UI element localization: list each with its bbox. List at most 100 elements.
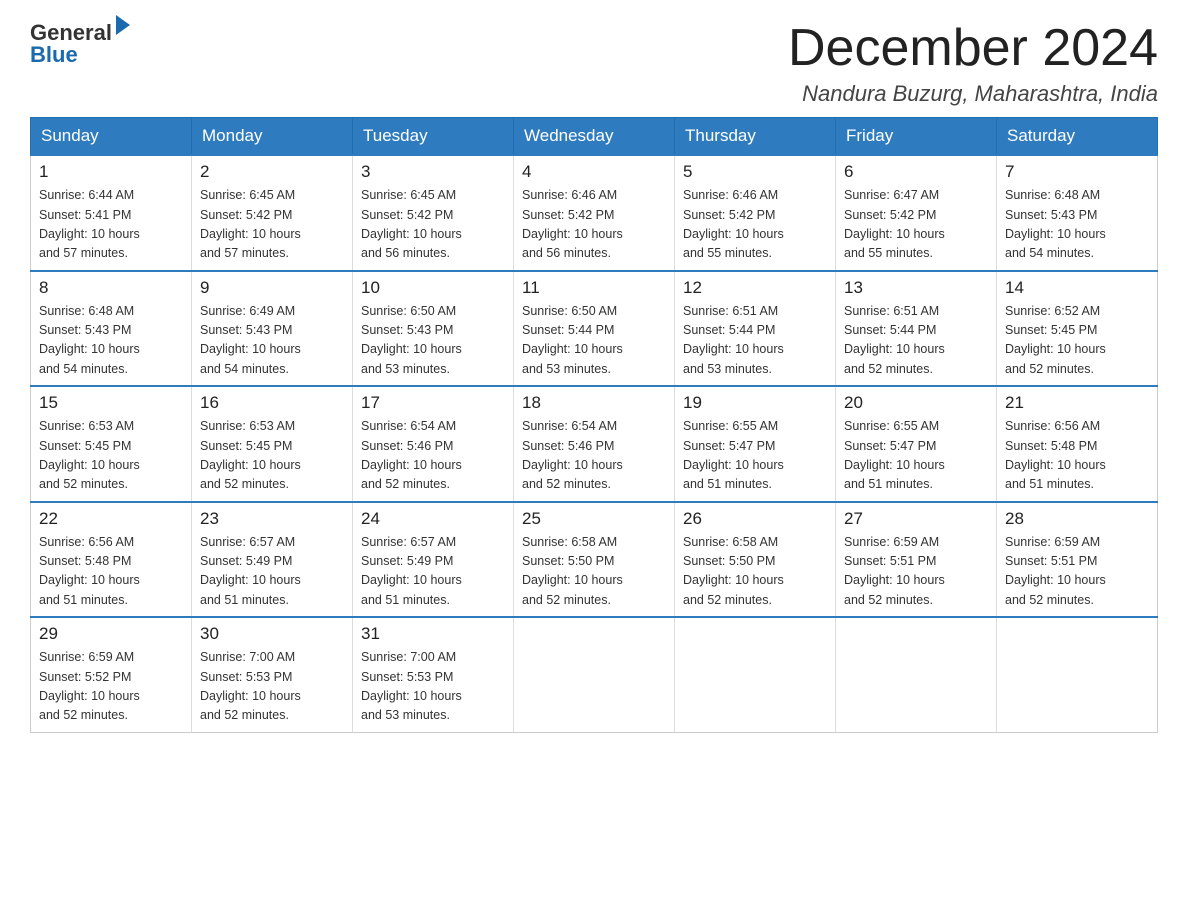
day-info: Sunrise: 6:49 AM Sunset: 5:43 PM Dayligh… [200, 302, 344, 380]
calendar-cell: 23 Sunrise: 6:57 AM Sunset: 5:49 PM Dayli… [192, 502, 353, 618]
calendar-cell: 11 Sunrise: 6:50 AM Sunset: 5:44 PM Dayli… [514, 271, 675, 387]
day-number: 17 [361, 393, 505, 413]
weekday-header-friday: Friday [836, 118, 997, 156]
day-info: Sunrise: 6:58 AM Sunset: 5:50 PM Dayligh… [683, 533, 827, 611]
day-number: 9 [200, 278, 344, 298]
day-number: 1 [39, 162, 183, 182]
day-number: 20 [844, 393, 988, 413]
logo: General Blue [30, 20, 130, 68]
day-info: Sunrise: 6:59 AM Sunset: 5:52 PM Dayligh… [39, 648, 183, 726]
month-title: December 2024 [788, 20, 1158, 77]
day-number: 22 [39, 509, 183, 529]
day-info: Sunrise: 6:56 AM Sunset: 5:48 PM Dayligh… [1005, 417, 1149, 495]
calendar-cell: 21 Sunrise: 6:56 AM Sunset: 5:48 PM Dayli… [997, 386, 1158, 502]
page-header: General Blue December 2024 Nandura Buzur… [30, 20, 1158, 107]
weekday-header-saturday: Saturday [997, 118, 1158, 156]
calendar-cell: 25Sunrise: 6:58 AM Sunset: 5:50 PM Dayli… [514, 502, 675, 618]
calendar-cell: 27Sunrise: 6:59 AM Sunset: 5:51 PM Dayli… [836, 502, 997, 618]
calendar-cell: 24 Sunrise: 6:57 AM Sunset: 5:49 PM Dayli… [353, 502, 514, 618]
day-number: 18 [522, 393, 666, 413]
calendar-cell: 22 Sunrise: 6:56 AM Sunset: 5:48 PM Dayli… [31, 502, 192, 618]
calendar-cell: 26 Sunrise: 6:58 AM Sunset: 5:50 PM Dayli… [675, 502, 836, 618]
calendar-cell: 1Sunrise: 6:44 AM Sunset: 5:41 PM Daylig… [31, 155, 192, 271]
day-number: 13 [844, 278, 988, 298]
calendar-cell: 8Sunrise: 6:48 AM Sunset: 5:43 PM Daylig… [31, 271, 192, 387]
day-info: Sunrise: 6:48 AM Sunset: 5:43 PM Dayligh… [1005, 186, 1149, 264]
calendar-cell: 12Sunrise: 6:51 AM Sunset: 5:44 PM Dayli… [675, 271, 836, 387]
weekday-header-row: SundayMondayTuesdayWednesdayThursdayFrid… [31, 118, 1158, 156]
calendar-cell: 10 Sunrise: 6:50 AM Sunset: 5:43 PM Dayli… [353, 271, 514, 387]
day-info: Sunrise: 6:50 AM Sunset: 5:43 PM Dayligh… [361, 302, 505, 380]
calendar-cell: 9 Sunrise: 6:49 AM Sunset: 5:43 PM Daylig… [192, 271, 353, 387]
calendar-cell: 3 Sunrise: 6:45 AM Sunset: 5:42 PM Daylig… [353, 155, 514, 271]
weekday-header-wednesday: Wednesday [514, 118, 675, 156]
week-row-4: 22 Sunrise: 6:56 AM Sunset: 5:48 PM Dayli… [31, 502, 1158, 618]
calendar-cell: 2Sunrise: 6:45 AM Sunset: 5:42 PM Daylig… [192, 155, 353, 271]
week-row-3: 15 Sunrise: 6:53 AM Sunset: 5:45 PM Dayli… [31, 386, 1158, 502]
logo-arrow-icon [116, 15, 130, 35]
calendar-cell: 7 Sunrise: 6:48 AM Sunset: 5:43 PM Daylig… [997, 155, 1158, 271]
calendar-body: 1Sunrise: 6:44 AM Sunset: 5:41 PM Daylig… [31, 155, 1158, 732]
day-number: 31 [361, 624, 505, 644]
day-number: 23 [200, 509, 344, 529]
calendar-cell: 19 Sunrise: 6:55 AM Sunset: 5:47 PM Dayli… [675, 386, 836, 502]
week-row-1: 1Sunrise: 6:44 AM Sunset: 5:41 PM Daylig… [31, 155, 1158, 271]
calendar-cell: 31 Sunrise: 7:00 AM Sunset: 5:53 PM Dayli… [353, 617, 514, 732]
day-info: Sunrise: 6:59 AM Sunset: 5:51 PM Dayligh… [1005, 533, 1149, 611]
location-title: Nandura Buzurg, Maharashtra, India [788, 81, 1158, 107]
calendar-cell: 28 Sunrise: 6:59 AM Sunset: 5:51 PM Dayli… [997, 502, 1158, 618]
calendar-cell: 29 Sunrise: 6:59 AM Sunset: 5:52 PM Dayli… [31, 617, 192, 732]
day-number: 26 [683, 509, 827, 529]
day-number: 7 [1005, 162, 1149, 182]
day-number: 3 [361, 162, 505, 182]
day-info: Sunrise: 6:55 AM Sunset: 5:47 PM Dayligh… [683, 417, 827, 495]
calendar-cell: 5 Sunrise: 6:46 AM Sunset: 5:42 PM Daylig… [675, 155, 836, 271]
day-info: Sunrise: 6:51 AM Sunset: 5:44 PM Dayligh… [683, 302, 827, 380]
day-number: 14 [1005, 278, 1149, 298]
day-info: Sunrise: 6:48 AM Sunset: 5:43 PM Dayligh… [39, 302, 183, 380]
weekday-header-monday: Monday [192, 118, 353, 156]
logo-blue: Blue [30, 42, 130, 68]
day-info: Sunrise: 6:53 AM Sunset: 5:45 PM Dayligh… [39, 417, 183, 495]
day-number: 15 [39, 393, 183, 413]
calendar-cell [836, 617, 997, 732]
calendar-cell: 20 Sunrise: 6:55 AM Sunset: 5:47 PM Dayli… [836, 386, 997, 502]
title-section: December 2024 Nandura Buzurg, Maharashtr… [788, 20, 1158, 107]
calendar-cell: 16Sunrise: 6:53 AM Sunset: 5:45 PM Dayli… [192, 386, 353, 502]
day-number: 11 [522, 278, 666, 298]
calendar-cell: 14 Sunrise: 6:52 AM Sunset: 5:45 PM Dayli… [997, 271, 1158, 387]
day-number: 21 [1005, 393, 1149, 413]
day-info: Sunrise: 6:55 AM Sunset: 5:47 PM Dayligh… [844, 417, 988, 495]
day-number: 27 [844, 509, 988, 529]
day-number: 10 [361, 278, 505, 298]
calendar-cell: 30Sunrise: 7:00 AM Sunset: 5:53 PM Dayli… [192, 617, 353, 732]
day-number: 24 [361, 509, 505, 529]
day-info: Sunrise: 6:57 AM Sunset: 5:49 PM Dayligh… [361, 533, 505, 611]
day-info: Sunrise: 6:46 AM Sunset: 5:42 PM Dayligh… [683, 186, 827, 264]
day-info: Sunrise: 6:45 AM Sunset: 5:42 PM Dayligh… [361, 186, 505, 264]
day-number: 29 [39, 624, 183, 644]
day-info: Sunrise: 6:52 AM Sunset: 5:45 PM Dayligh… [1005, 302, 1149, 380]
day-number: 4 [522, 162, 666, 182]
calendar-cell: 6 Sunrise: 6:47 AM Sunset: 5:42 PM Daylig… [836, 155, 997, 271]
day-info: Sunrise: 6:50 AM Sunset: 5:44 PM Dayligh… [522, 302, 666, 380]
calendar-cell [514, 617, 675, 732]
calendar-cell: 18 Sunrise: 6:54 AM Sunset: 5:46 PM Dayli… [514, 386, 675, 502]
calendar-cell: 15 Sunrise: 6:53 AM Sunset: 5:45 PM Dayli… [31, 386, 192, 502]
day-info: Sunrise: 6:57 AM Sunset: 5:49 PM Dayligh… [200, 533, 344, 611]
day-info: Sunrise: 6:45 AM Sunset: 5:42 PM Dayligh… [200, 186, 344, 264]
day-number: 5 [683, 162, 827, 182]
calendar-cell: 4 Sunrise: 6:46 AM Sunset: 5:42 PM Daylig… [514, 155, 675, 271]
day-info: Sunrise: 6:47 AM Sunset: 5:42 PM Dayligh… [844, 186, 988, 264]
day-info: Sunrise: 6:46 AM Sunset: 5:42 PM Dayligh… [522, 186, 666, 264]
day-number: 6 [844, 162, 988, 182]
day-number: 28 [1005, 509, 1149, 529]
day-info: Sunrise: 7:00 AM Sunset: 5:53 PM Dayligh… [200, 648, 344, 726]
day-info: Sunrise: 6:54 AM Sunset: 5:46 PM Dayligh… [522, 417, 666, 495]
day-number: 25 [522, 509, 666, 529]
day-info: Sunrise: 6:56 AM Sunset: 5:48 PM Dayligh… [39, 533, 183, 611]
day-info: Sunrise: 6:54 AM Sunset: 5:46 PM Dayligh… [361, 417, 505, 495]
day-info: Sunrise: 7:00 AM Sunset: 5:53 PM Dayligh… [361, 648, 505, 726]
weekday-header-sunday: Sunday [31, 118, 192, 156]
day-number: 19 [683, 393, 827, 413]
